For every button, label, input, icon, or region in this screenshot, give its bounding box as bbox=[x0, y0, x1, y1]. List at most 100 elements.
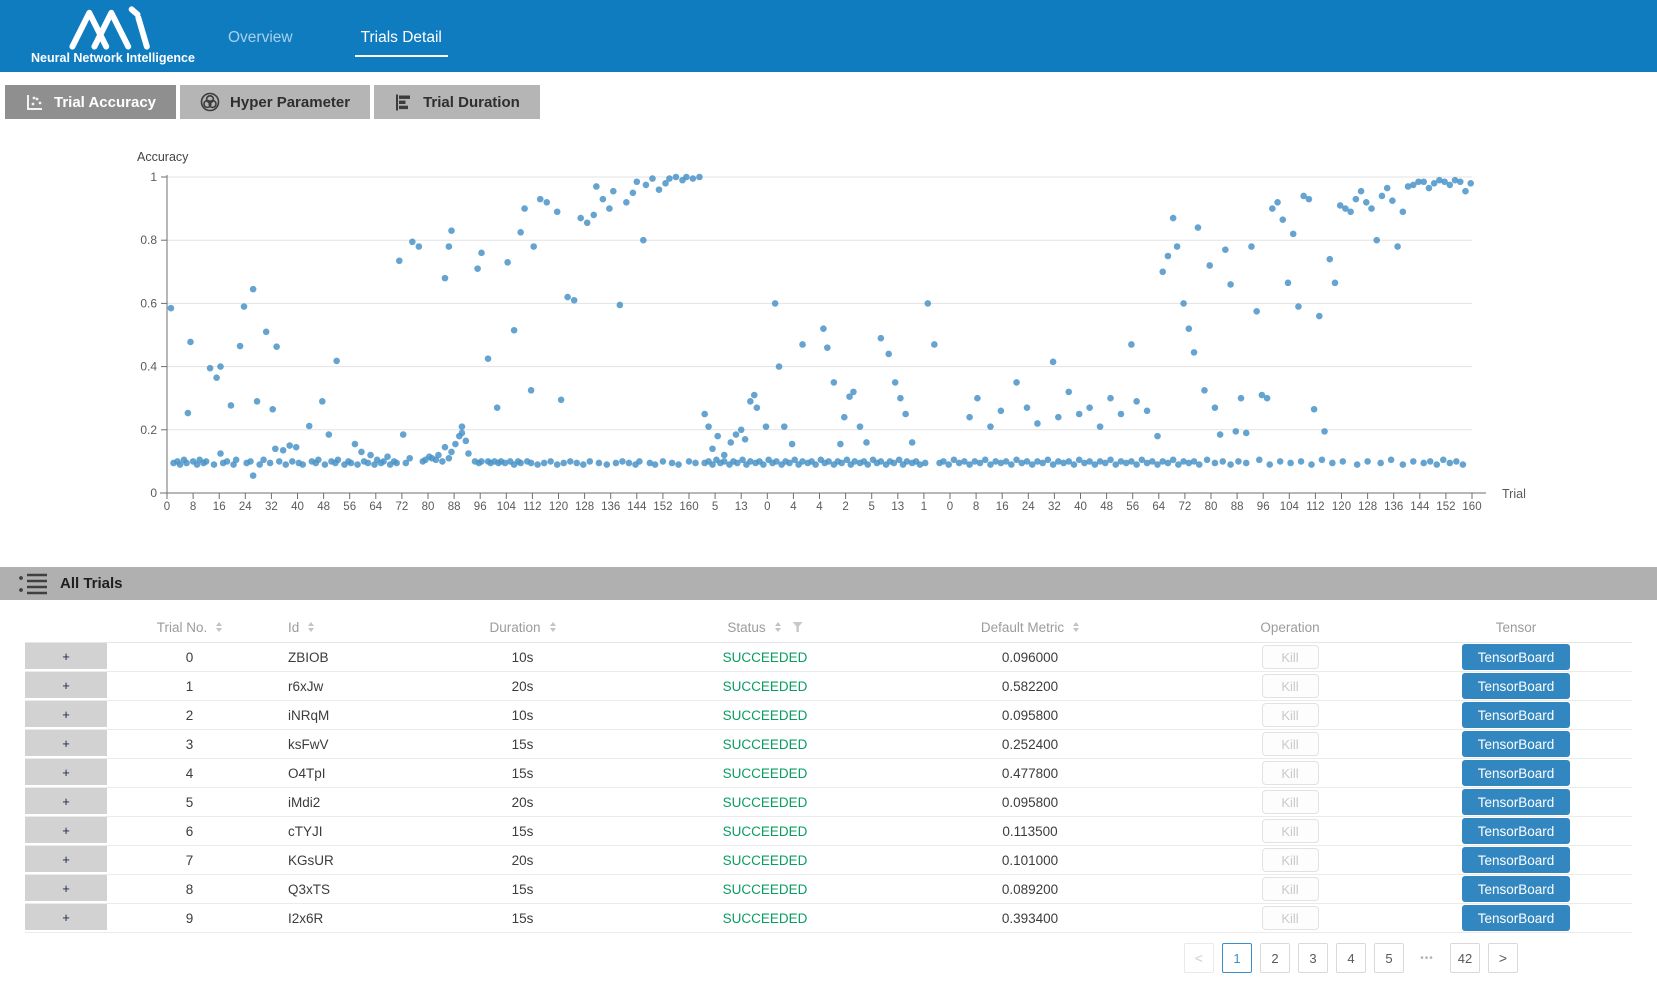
trial-id-cell: iMdi2 bbox=[272, 788, 395, 816]
sort-icon[interactable] bbox=[308, 622, 314, 632]
column-header-operation: Operation bbox=[1180, 620, 1400, 635]
page-4[interactable]: 4 bbox=[1336, 943, 1366, 973]
trial-no-cell: 9 bbox=[107, 904, 272, 932]
svg-text:4: 4 bbox=[790, 501, 797, 513]
metric-cell: 0.095800 bbox=[880, 788, 1180, 816]
nni-logo[interactable]: Neural Network Intelligence bbox=[28, 4, 198, 65]
tensorboard-button[interactable]: TensorBoard bbox=[1462, 847, 1570, 873]
sort-icon[interactable] bbox=[1073, 622, 1079, 632]
trial-id-cell: Q3xTS bbox=[272, 875, 395, 903]
tensorboard-button[interactable]: TensorBoard bbox=[1462, 789, 1570, 815]
sort-icon[interactable] bbox=[550, 622, 556, 632]
table-row: +6cTYJI15sSUCCEEDED0.113500KillTensorBoa… bbox=[25, 817, 1632, 846]
tab-trial-accuracy[interactable]: Trial Accuracy bbox=[5, 85, 176, 119]
svg-text:13: 13 bbox=[891, 501, 904, 513]
row-expander[interactable]: + bbox=[25, 730, 107, 758]
row-expander[interactable]: + bbox=[25, 701, 107, 729]
trial-no-cell: 4 bbox=[107, 759, 272, 787]
kill-button[interactable]: Kill bbox=[1262, 906, 1319, 930]
column-header-duration[interactable]: Duration bbox=[395, 620, 650, 635]
kill-button[interactable]: Kill bbox=[1262, 819, 1319, 843]
kill-button[interactable]: Kill bbox=[1262, 848, 1319, 872]
page-next[interactable]: > bbox=[1488, 943, 1518, 973]
tensorboard-button[interactable]: TensorBoard bbox=[1462, 731, 1570, 757]
svg-text:96: 96 bbox=[1257, 501, 1270, 513]
tensorboard-button[interactable]: TensorBoard bbox=[1462, 673, 1570, 699]
row-expander[interactable]: + bbox=[25, 788, 107, 816]
svg-text:104: 104 bbox=[1280, 501, 1300, 513]
row-expander[interactable]: + bbox=[25, 643, 107, 671]
tab-hyper-parameter[interactable]: Hyper Parameter bbox=[180, 85, 370, 119]
row-expander[interactable]: + bbox=[25, 846, 107, 874]
svg-text:2: 2 bbox=[842, 501, 848, 513]
kill-button[interactable]: Kill bbox=[1262, 645, 1319, 669]
tensorboard-button[interactable]: TensorBoard bbox=[1462, 905, 1570, 931]
operation-cell: Kill bbox=[1180, 788, 1400, 816]
kill-button[interactable]: Kill bbox=[1262, 674, 1319, 698]
chart-y-labels: 00.20.40.60.81 bbox=[140, 170, 167, 500]
page-3[interactable]: 3 bbox=[1298, 943, 1328, 973]
svg-text:120: 120 bbox=[1332, 501, 1351, 513]
nav-trials-detail[interactable]: Trials Detail bbox=[355, 15, 448, 57]
svg-text:128: 128 bbox=[1358, 501, 1377, 513]
sort-icon[interactable] bbox=[216, 622, 222, 632]
tensorboard-button[interactable]: TensorBoard bbox=[1462, 876, 1570, 902]
tensor-cell: TensorBoard bbox=[1400, 817, 1632, 845]
trial-accuracy-chart: Accuracy00.20.40.60.81081624324048566472… bbox=[0, 119, 1657, 545]
column-header-default-metric[interactable]: Default Metric bbox=[880, 620, 1180, 635]
tab-trial-duration[interactable]: Trial Duration bbox=[374, 85, 540, 119]
tab-label: Trial Accuracy bbox=[54, 94, 156, 111]
page-ellipsis[interactable]: ••• bbox=[1412, 943, 1442, 973]
svg-text:16: 16 bbox=[996, 501, 1009, 513]
logo-caption: Neural Network Intelligence bbox=[28, 51, 198, 65]
filter-icon[interactable] bbox=[793, 622, 803, 632]
bars-icon bbox=[394, 93, 413, 112]
sort-icon[interactable] bbox=[775, 622, 781, 632]
tensorboard-button[interactable]: TensorBoard bbox=[1462, 760, 1570, 786]
table-row: +1r6xJw20sSUCCEEDED0.582200KillTensorBoa… bbox=[25, 672, 1632, 701]
page-2[interactable]: 2 bbox=[1260, 943, 1290, 973]
kill-button[interactable]: Kill bbox=[1262, 877, 1319, 901]
svg-text:1: 1 bbox=[150, 170, 157, 184]
page-42[interactable]: 42 bbox=[1450, 943, 1480, 973]
row-expander[interactable]: + bbox=[25, 759, 107, 787]
table-row: +5iMdi220sSUCCEEDED0.095800KillTensorBoa… bbox=[25, 788, 1632, 817]
row-expander[interactable]: + bbox=[25, 875, 107, 903]
column-header-id[interactable]: Id bbox=[272, 620, 395, 635]
status-badge: SUCCEEDED bbox=[650, 643, 880, 671]
svg-text:0: 0 bbox=[150, 486, 157, 500]
operation-cell: Kill bbox=[1180, 875, 1400, 903]
kill-button[interactable]: Kill bbox=[1262, 761, 1319, 785]
page-5[interactable]: 5 bbox=[1374, 943, 1404, 973]
svg-text:112: 112 bbox=[523, 501, 541, 513]
detail-tabstrip: Trial Accuracy Hyper Parameter Trial Dur… bbox=[5, 85, 1657, 119]
metric-cell: 0.393400 bbox=[880, 904, 1180, 932]
table-row: +9I2x6R15sSUCCEEDED0.393400KillTensorBoa… bbox=[25, 904, 1632, 933]
trial-id-cell: iNRqM bbox=[272, 701, 395, 729]
kill-button[interactable]: Kill bbox=[1262, 703, 1319, 727]
tensorboard-button[interactable]: TensorBoard bbox=[1462, 644, 1570, 670]
duration-cell: 15s bbox=[395, 730, 650, 758]
metric-cell: 0.101000 bbox=[880, 846, 1180, 874]
svg-text:104: 104 bbox=[497, 501, 517, 513]
svg-text:48: 48 bbox=[1100, 501, 1113, 513]
row-expander[interactable]: + bbox=[25, 672, 107, 700]
nav-overview[interactable]: Overview bbox=[222, 15, 299, 57]
svg-text:24: 24 bbox=[239, 501, 252, 513]
trial-no-cell: 2 bbox=[107, 701, 272, 729]
page-prev[interactable]: < bbox=[1184, 943, 1214, 973]
kill-button[interactable]: Kill bbox=[1262, 732, 1319, 756]
svg-text:5: 5 bbox=[868, 501, 874, 513]
page-1[interactable]: 1 bbox=[1222, 943, 1252, 973]
row-expander[interactable]: + bbox=[25, 817, 107, 845]
column-header-trial-no-[interactable]: Trial No. bbox=[107, 620, 272, 635]
column-label: Id bbox=[288, 620, 299, 635]
column-header-status[interactable]: Status bbox=[650, 620, 880, 635]
svg-text:152: 152 bbox=[653, 501, 672, 513]
tensorboard-button[interactable]: TensorBoard bbox=[1462, 702, 1570, 728]
kill-button[interactable]: Kill bbox=[1262, 790, 1319, 814]
row-expander[interactable]: + bbox=[25, 904, 107, 932]
tensorboard-button[interactable]: TensorBoard bbox=[1462, 818, 1570, 844]
duration-cell: 15s bbox=[395, 875, 650, 903]
tensor-cell: TensorBoard bbox=[1400, 672, 1632, 700]
